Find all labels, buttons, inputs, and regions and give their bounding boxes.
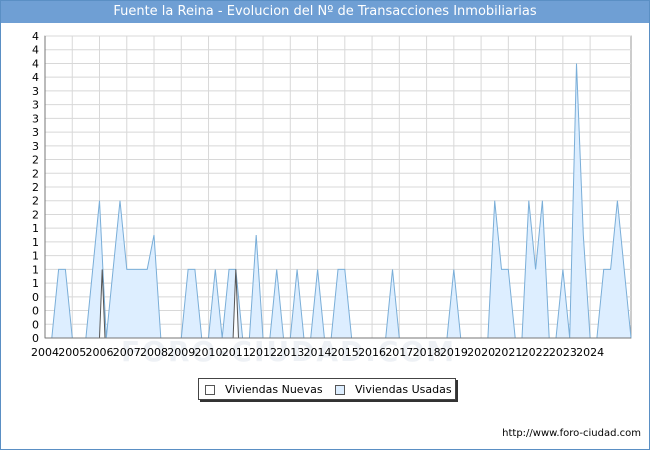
y-tick-label: 2 (32, 181, 39, 194)
x-tick-label: 2024 (576, 346, 604, 359)
y-tick-label: 0 (32, 332, 39, 345)
x-tick-label: 2017 (385, 346, 413, 359)
y-tick-label: 1 (32, 250, 39, 263)
y-tick-label: 1 (32, 222, 39, 235)
y-tick-label: 0 (32, 318, 39, 331)
x-tick-label: 2016 (358, 346, 386, 359)
y-tick-label: 0 (32, 291, 39, 304)
x-tick-label: 2007 (113, 346, 141, 359)
y-tick-label: 2 (32, 154, 39, 167)
x-tick-label: 2005 (58, 346, 86, 359)
y-tick-label: 1 (32, 263, 39, 276)
chart-frame: Fuente la Reina - Evolucion del Nº de Tr… (0, 0, 650, 450)
x-tick-label: 2021 (494, 346, 522, 359)
x-tick-label: 2006 (86, 346, 114, 359)
y-tick-label: 2 (32, 167, 39, 180)
x-tick-label: 2009 (167, 346, 195, 359)
y-tick-label: 3 (32, 85, 39, 98)
x-tick-label: 2008 (140, 346, 168, 359)
y-tick-label: 4 (32, 44, 39, 57)
legend: Viviendas Nuevas Viviendas Usadas (198, 378, 456, 400)
x-tick-label: 2010 (195, 346, 223, 359)
x-tick-label: 2011 (222, 346, 250, 359)
y-tick-label: 4 (32, 30, 39, 43)
legend-swatch-nuevas (205, 384, 215, 395)
x-tick-label: 2023 (549, 346, 577, 359)
y-tick-label: 4 (32, 71, 39, 84)
legend-swatch-usadas (335, 384, 345, 395)
y-tick-label: 3 (32, 126, 39, 139)
x-tick-label: 2013 (276, 346, 304, 359)
source-url: http://www.foro-ciudad.com (502, 428, 641, 439)
x-tick-label: 2020 (467, 346, 495, 359)
y-tick-label: 4 (32, 57, 39, 70)
y-tick-label: 1 (32, 236, 39, 249)
x-tick-label: 2018 (413, 346, 441, 359)
legend-label-nuevas: Viviendas Nuevas (225, 383, 323, 396)
y-tick-label: 2 (32, 208, 39, 221)
y-tick-label: 3 (32, 112, 39, 125)
legend-item-usadas: Viviendas Usadas (335, 383, 452, 396)
y-tick-label: 2 (32, 195, 39, 208)
y-tick-label: 0 (32, 305, 39, 318)
legend-label-usadas: Viviendas Usadas (355, 383, 452, 396)
x-tick-label: 2014 (304, 346, 332, 359)
x-tick-label: 2022 (522, 346, 550, 359)
x-tick-label: 2015 (331, 346, 359, 359)
legend-item-nuevas: Viviendas Nuevas (205, 383, 323, 396)
x-tick-label: 2012 (249, 346, 277, 359)
y-tick-label: 3 (32, 140, 39, 153)
y-tick-label: 1 (32, 277, 39, 290)
y-tick-label: 3 (32, 99, 39, 112)
x-tick-label: 2019 (440, 346, 468, 359)
x-tick-label: 2004 (31, 346, 59, 359)
